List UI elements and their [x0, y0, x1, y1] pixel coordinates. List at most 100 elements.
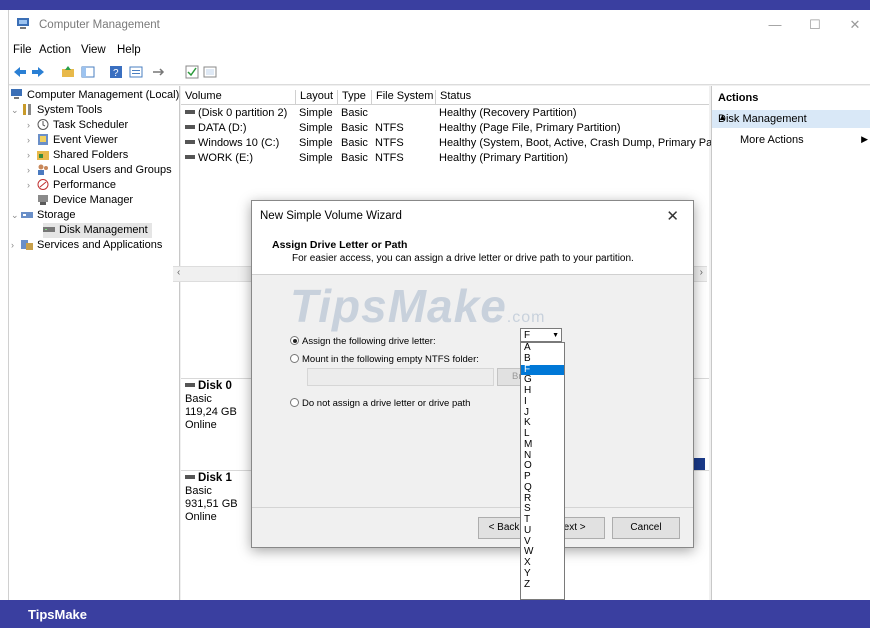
window-title: Computer Management [39, 19, 160, 31]
expand-chevron-icon[interactable]: › [27, 118, 37, 133]
volume-table-header: Volume Layout Type File System Status [181, 88, 709, 105]
back-arrow-icon[interactable] [13, 65, 27, 79]
tree-item-device-manager[interactable]: Device Manager [27, 193, 133, 208]
expand-chevron-icon[interactable]: ⌄ [11, 103, 21, 118]
drive-letter-option[interactable]: B [521, 353, 564, 365]
collapse-triangle-icon[interactable]: ▲ [718, 112, 868, 122]
menu-bar: File Action View Help [9, 40, 870, 60]
show-hide-tree-icon[interactable] [81, 65, 95, 79]
tree-item-local-users-groups[interactable]: › Local Users and Groups [27, 163, 172, 178]
col-file-system[interactable]: File System [371, 90, 433, 104]
services-icon [21, 240, 33, 250]
computer-icon [11, 89, 22, 99]
menu-help[interactable]: Help [117, 44, 141, 56]
properties-icon[interactable] [129, 65, 143, 79]
assign-letter-option[interactable]: Assign the following drive letter: [290, 336, 436, 347]
scroll-left-icon[interactable]: ‹ [177, 267, 180, 278]
table-row[interactable]: Windows 10 (C:) Simple Basic NTFS Health… [181, 136, 724, 151]
tree-item-computer-management[interactable]: Computer Management (Local) [11, 88, 179, 103]
radio-icon[interactable] [290, 398, 299, 407]
menu-file[interactable]: File [13, 44, 32, 56]
console-tree: Computer Management (Local) ⌄ System Tool… [9, 86, 180, 600]
close-button[interactable]: ✕ [841, 16, 869, 34]
table-row[interactable]: (Disk 0 partition 2) Simple Basic Health… [181, 106, 709, 121]
maximize-button[interactable]: ☐ [801, 16, 829, 34]
forward-arrow-icon[interactable] [31, 65, 45, 79]
disk-management-icon [43, 227, 55, 232]
chevron-down-icon[interactable]: ▼ [552, 329, 559, 343]
actions-header: Actions [718, 92, 759, 104]
col-type[interactable]: Type [337, 90, 366, 104]
radio-icon[interactable] [290, 354, 299, 363]
tree-item-task-scheduler[interactable]: › Task Scheduler [27, 118, 128, 133]
top-accent-bar [0, 0, 870, 10]
console-icon[interactable] [203, 65, 217, 79]
footer-bar: TipsMake [0, 600, 870, 628]
footer-brand: TipsMake [28, 607, 88, 622]
actions-pane: Actions Disk Management ▲ More Actions ▶ [711, 86, 870, 600]
expand-chevron-icon[interactable]: › [27, 163, 37, 178]
cancel-button[interactable]: Cancel [612, 517, 680, 539]
drive-icon [185, 110, 195, 114]
users-icon [38, 164, 48, 175]
up-folder-icon[interactable] [61, 65, 75, 79]
drive-letter-select[interactable]: F ▼ [520, 328, 562, 342]
menu-action[interactable]: Action [39, 44, 71, 56]
device-manager-icon [38, 195, 48, 205]
no-letter-option[interactable]: Do not assign a drive letter or drive pa… [290, 398, 470, 409]
wizard-title: New Simple Volume Wizard [260, 210, 402, 222]
wizard-header: New Simple Volume Wizard ✕ Assign Drive … [252, 201, 693, 275]
expand-chevron-icon[interactable]: › [27, 148, 37, 163]
tree-item-disk-management[interactable]: Disk Management [43, 223, 152, 238]
tree-item-performance[interactable]: › Performance [27, 178, 116, 193]
drive-letter-option[interactable]: Y [521, 568, 564, 580]
drive-icon [185, 155, 195, 159]
expand-chevron-icon[interactable]: › [27, 178, 37, 193]
tree-item-storage[interactable]: ⌄ Storage [11, 208, 76, 223]
scroll-right-icon[interactable]: › [700, 267, 703, 278]
tipsmake-watermark: TipsMake.com [290, 280, 546, 332]
wizard-subheading: For easier access, you can assign a driv… [292, 253, 634, 264]
expand-chevron-icon[interactable]: › [27, 133, 37, 148]
submenu-arrow-icon[interactable]: ▶ [861, 134, 868, 145]
drive-letter-option[interactable]: I [521, 396, 564, 408]
col-layout[interactable]: Layout [295, 90, 333, 104]
tree-item-event-viewer[interactable]: › Event Viewer [27, 133, 118, 148]
tree-item-shared-folders[interactable]: › Shared Folders [27, 148, 128, 163]
radio-selected-icon[interactable] [290, 336, 299, 345]
tree-item-services-applications[interactable]: › Services and Applications [11, 238, 162, 253]
help-icon[interactable]: ? [109, 65, 123, 79]
col-status[interactable]: Status [435, 90, 471, 104]
wizard-heading: Assign Drive Letter or Path [272, 239, 408, 251]
collapse-chevron-icon[interactable]: ⌄ [11, 208, 21, 223]
checklist-icon[interactable] [185, 65, 199, 79]
minimize-button[interactable]: — [761, 16, 789, 34]
drive-letter-option[interactable]: H [521, 385, 564, 397]
performance-icon [37, 179, 49, 190]
menu-view[interactable]: View [81, 44, 106, 56]
mount-folder-option[interactable]: Mount in the following empty NTFS folder… [290, 354, 479, 365]
drive-letter-option[interactable]: M [521, 439, 564, 451]
table-row[interactable]: WORK (E:) Simple Basic NTFS Healthy (Pri… [181, 151, 709, 166]
col-volume[interactable]: Volume [181, 90, 222, 104]
svg-text:?: ? [113, 68, 119, 79]
shared-folder-icon [37, 151, 49, 160]
drive-letter-dropdown[interactable]: ABFGHIJKLMNOPQRSTUVWXYZ [520, 342, 565, 600]
expand-chevron-icon[interactable]: › [11, 238, 21, 253]
event-viewer-icon [38, 134, 48, 145]
more-actions-link[interactable]: More Actions [740, 134, 804, 146]
clock-icon [37, 119, 49, 130]
close-icon[interactable]: ✕ [666, 207, 679, 225]
disk-icon [185, 383, 195, 387]
title-bar: Computer Management — ☐ ✕ [9, 10, 870, 40]
drive-letter-option[interactable]: U [521, 525, 564, 537]
tree-item-system-tools[interactable]: ⌄ System Tools [11, 103, 102, 118]
connect-icon[interactable] [151, 65, 165, 79]
drive-letter-option[interactable]: Q [521, 482, 564, 494]
actions-disk-management[interactable]: Disk Management ▲ [712, 110, 870, 128]
folder-path-input[interactable] [307, 368, 494, 386]
drive-letter-option[interactable]: Z [521, 579, 564, 591]
drive-icon [185, 140, 195, 144]
table-row[interactable]: DATA (D:) Simple Basic NTFS Healthy (Pag… [181, 121, 709, 136]
computer-management-icon [17, 18, 29, 29]
